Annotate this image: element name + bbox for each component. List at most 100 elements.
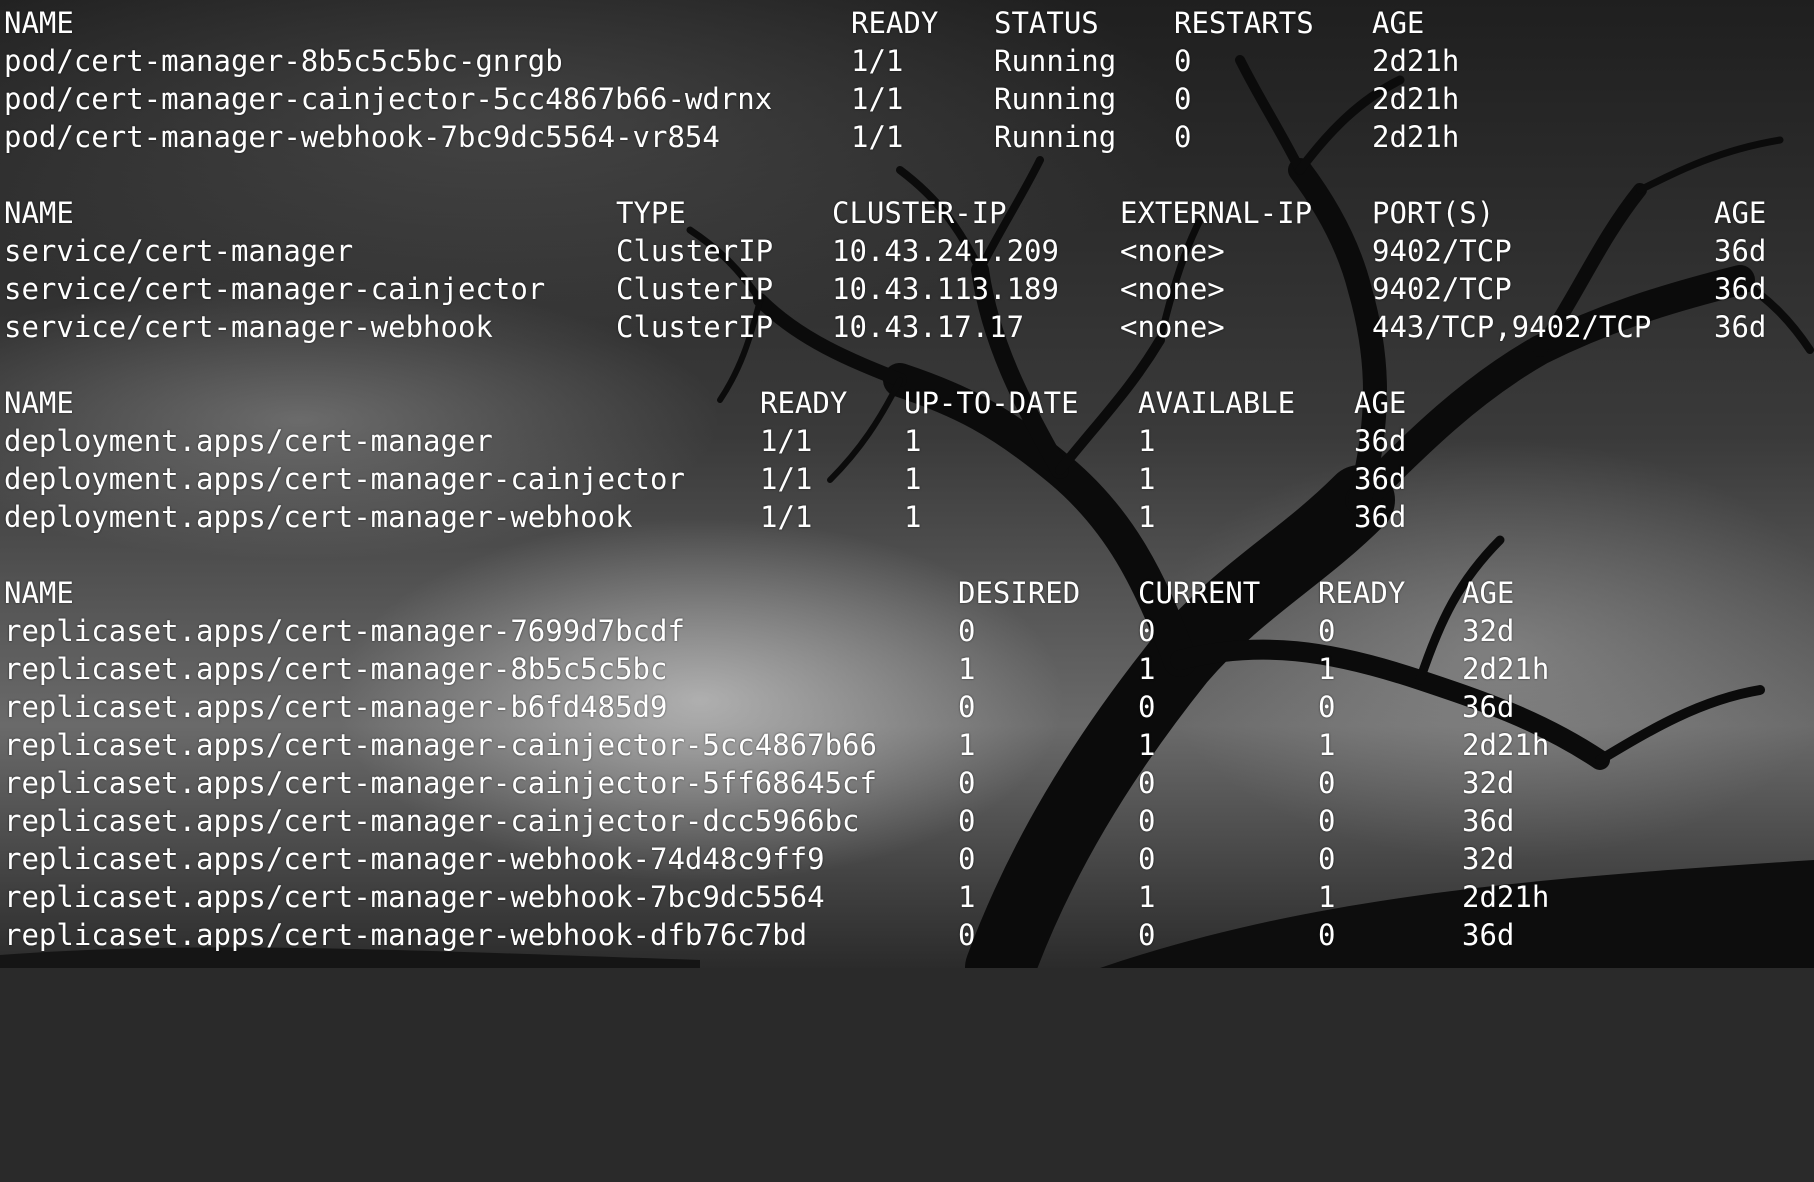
pod-status: Running [994, 120, 1117, 154]
deployment-available: 1 [1138, 424, 1156, 458]
service-cluster-ip: 10.43.113.189 [832, 272, 1059, 306]
replicaset-name: replicaset.apps/cert-manager-webhook-dfb… [4, 918, 808, 952]
replicaset-name: replicaset.apps/cert-manager-cainjector-… [4, 728, 877, 762]
pod-ready: 1/1 [851, 82, 904, 116]
replicaset-age: 36d [1462, 804, 1515, 838]
column-header-name: NAME [4, 576, 74, 610]
table-row: pod/cert-manager-webhook-7bc9dc5564-vr85… [4, 118, 1810, 156]
table-row: replicaset.apps/cert-manager-7699d7bcdf … [4, 612, 1810, 650]
replicaset-desired: 0 [958, 918, 976, 952]
services-table: NAME TYPE CLUSTER-IP EXTERNAL-IP PORT(S)… [4, 194, 1810, 346]
replicaset-ready: 1 [1318, 728, 1336, 762]
replicaset-current: 0 [1138, 690, 1156, 724]
service-ports: 9402/TCP [1372, 272, 1512, 306]
deployment-ready: 1/1 [760, 424, 813, 458]
table-header-row: NAME TYPE CLUSTER-IP EXTERNAL-IP PORT(S)… [4, 194, 1810, 232]
service-cluster-ip: 10.43.241.209 [832, 234, 1059, 268]
table-row: pod/cert-manager-cainjector-5cc4867b66-w… [4, 80, 1810, 118]
pod-restarts: 0 [1174, 44, 1192, 78]
replicaset-current: 1 [1138, 880, 1156, 914]
replicaset-age: 32d [1462, 766, 1515, 800]
pod-restarts: 0 [1174, 82, 1192, 116]
table-row: deployment.apps/cert-manager 1/1 1 1 36d [4, 422, 1810, 460]
replicaset-desired: 0 [958, 842, 976, 876]
column-header-up-to-date: UP-TO-DATE [904, 386, 1079, 420]
column-header-age: AGE [1372, 6, 1425, 40]
table-row: pod/cert-manager-8b5c5c5bc-gnrgb 1/1 Run… [4, 42, 1810, 80]
table-header-row: NAME DESIRED CURRENT READY AGE [4, 574, 1810, 612]
replicaset-name: replicaset.apps/cert-manager-b6fd485d9 [4, 690, 668, 724]
table-row: replicaset.apps/cert-manager-webhook-74d… [4, 840, 1810, 878]
replicaset-name: replicaset.apps/cert-manager-cainjector-… [4, 766, 877, 800]
table-row: deployment.apps/cert-manager-cainjector … [4, 460, 1810, 498]
replicaset-name: replicaset.apps/cert-manager-8b5c5c5bc [4, 652, 668, 686]
column-header-ready: READY [760, 386, 848, 420]
pod-name: pod/cert-manager-cainjector-5cc4867b66-w… [4, 82, 773, 116]
service-name: service/cert-manager-cainjector [4, 272, 546, 306]
replicaset-age: 2d21h [1462, 728, 1550, 762]
replicaset-current: 0 [1138, 804, 1156, 838]
table-row: replicaset.apps/cert-manager-cainjector-… [4, 802, 1810, 840]
pod-name: pod/cert-manager-8b5c5c5bc-gnrgb [4, 44, 563, 78]
table-row: service/cert-manager-webhook ClusterIP 1… [4, 308, 1810, 346]
replicaset-current: 0 [1138, 614, 1156, 648]
table-row: replicaset.apps/cert-manager-cainjector-… [4, 726, 1810, 764]
service-external-ip: <none> [1120, 272, 1225, 306]
replicaset-ready: 0 [1318, 804, 1336, 838]
table-row: replicaset.apps/cert-manager-cainjector-… [4, 764, 1810, 802]
column-header-ports: PORT(S) [1372, 196, 1495, 230]
deployment-age: 36d [1354, 500, 1407, 534]
pod-name: pod/cert-manager-webhook-7bc9dc5564-vr85… [4, 120, 720, 154]
replicaset-current: 0 [1138, 918, 1156, 952]
deployment-age: 36d [1354, 462, 1407, 496]
column-header-status: STATUS [994, 6, 1099, 40]
pods-table: NAME READY STATUS RESTARTS AGE pod/cert-… [4, 4, 1810, 156]
replicaset-name: replicaset.apps/cert-manager-webhook-7bc… [4, 880, 825, 914]
service-name: service/cert-manager-webhook [4, 310, 493, 344]
service-external-ip: <none> [1120, 234, 1225, 268]
replicaset-name: replicaset.apps/cert-manager-webhook-74d… [4, 842, 825, 876]
deployment-available: 1 [1138, 462, 1156, 496]
replicaset-age: 2d21h [1462, 880, 1550, 914]
pod-ready: 1/1 [851, 44, 904, 78]
replicaset-desired: 1 [958, 652, 976, 686]
pod-restarts: 0 [1174, 120, 1192, 154]
column-header-cluster-ip: CLUSTER-IP [832, 196, 1007, 230]
table-row: replicaset.apps/cert-manager-b6fd485d9 0… [4, 688, 1810, 726]
deployment-up-to-date: 1 [904, 424, 922, 458]
replicaset-ready: 0 [1318, 842, 1336, 876]
column-header-available: AVAILABLE [1138, 386, 1296, 420]
column-header-name: NAME [4, 386, 74, 420]
table-row: service/cert-manager ClusterIP 10.43.241… [4, 232, 1810, 270]
service-type: ClusterIP [616, 310, 774, 344]
table-row: replicaset.apps/cert-manager-8b5c5c5bc 1… [4, 650, 1810, 688]
service-type: ClusterIP [616, 272, 774, 306]
column-header-ready: READY [851, 6, 939, 40]
deployment-name: deployment.apps/cert-manager [4, 424, 493, 458]
replicaset-current: 0 [1138, 842, 1156, 876]
column-header-restarts: RESTARTS [1174, 6, 1314, 40]
pod-age: 2d21h [1372, 120, 1460, 154]
replicaset-age: 36d [1462, 918, 1515, 952]
replicaset-ready: 1 [1318, 652, 1336, 686]
table-row: deployment.apps/cert-manager-webhook 1/1… [4, 498, 1810, 536]
service-type: ClusterIP [616, 234, 774, 268]
table-header-row: NAME READY UP-TO-DATE AVAILABLE AGE [4, 384, 1810, 422]
replicaset-current: 1 [1138, 728, 1156, 762]
deployment-age: 36d [1354, 424, 1407, 458]
table-row: service/cert-manager-cainjector ClusterI… [4, 270, 1810, 308]
column-header-current: CURRENT [1138, 576, 1261, 610]
service-name: service/cert-manager [4, 234, 354, 268]
replicaset-age: 32d [1462, 614, 1515, 648]
pod-ready: 1/1 [851, 120, 904, 154]
replicaset-desired: 1 [958, 728, 976, 762]
replicaset-age: 32d [1462, 842, 1515, 876]
deployment-ready: 1/1 [760, 500, 813, 534]
replicaset-desired: 0 [958, 690, 976, 724]
replicaset-age: 36d [1462, 690, 1515, 724]
service-age: 36d [1714, 234, 1767, 268]
replicaset-ready: 1 [1318, 880, 1336, 914]
replicaset-ready: 0 [1318, 690, 1336, 724]
column-header-age: AGE [1462, 576, 1515, 610]
column-header-age: AGE [1354, 386, 1407, 420]
